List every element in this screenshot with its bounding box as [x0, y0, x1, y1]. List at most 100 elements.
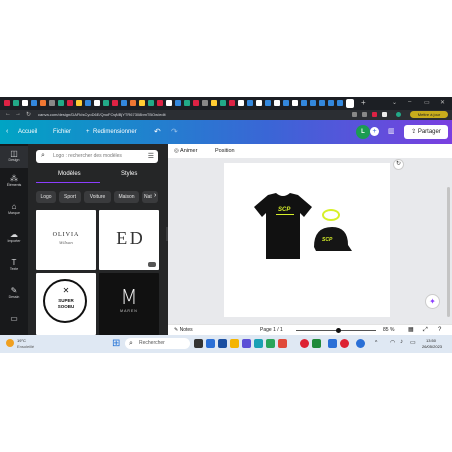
browser-tab-active[interactable]	[346, 99, 354, 108]
browser-tab[interactable]	[229, 100, 235, 106]
browser-tab[interactable]	[157, 100, 163, 106]
filter-chip-car[interactable]: Voiture	[84, 191, 111, 203]
file-menu-button[interactable]: Fichier	[53, 127, 71, 137]
browser-tab[interactable]	[94, 100, 100, 106]
browser-tab[interactable]	[13, 100, 19, 106]
taskbar-app-icon[interactable]	[230, 339, 239, 348]
magic-assistant-icon[interactable]: ✦	[425, 294, 440, 309]
undo-icon[interactable]: ↶	[154, 127, 161, 137]
browser-tab[interactable]	[148, 100, 154, 106]
browser-tab[interactable]	[301, 100, 307, 106]
taskbar-app-icon[interactable]	[356, 339, 365, 348]
extension-icon[interactable]	[372, 112, 377, 117]
template-tile-super-soobu[interactable]: ✕ SUPER SOOBU	[36, 273, 96, 335]
zoom-slider-handle[interactable]	[336, 328, 341, 333]
browser-tab[interactable]	[22, 100, 28, 106]
browser-tab[interactable]	[328, 100, 334, 106]
taskbar-app-icon[interactable]	[278, 339, 287, 348]
canvas-scrollbar[interactable]	[447, 187, 450, 317]
url-field[interactable]: canva.com/design/DAFkIsCyoD6E/QnoFOqNBjY…	[38, 112, 338, 118]
tray-chevron-icon[interactable]: ^	[375, 340, 377, 346]
notes-button[interactable]: ✎ Notes	[174, 326, 193, 335]
clock-date[interactable]: 26/05/2023	[422, 344, 442, 349]
browser-tab[interactable]	[166, 100, 172, 106]
weather-temp[interactable]: 19°C	[17, 338, 26, 343]
chips-next-chevron-icon[interactable]: ›	[154, 192, 156, 199]
filter-icon[interactable]: ☰	[148, 152, 154, 160]
browser-tab[interactable]	[58, 100, 64, 106]
browser-tab[interactable]	[202, 100, 208, 106]
close-icon[interactable]: ✕	[440, 99, 445, 106]
minimize-icon[interactable]: –	[408, 99, 411, 105]
template-tile-maren[interactable]: M MAREN	[99, 273, 159, 335]
browser-tab[interactable]	[256, 100, 262, 106]
browser-tab[interactable]	[193, 100, 199, 106]
filter-chip-logo[interactable]: Logo	[36, 191, 56, 203]
browser-tab[interactable]	[112, 100, 118, 106]
new-tab-icon[interactable]: +	[361, 98, 366, 107]
taskbar-app-icon[interactable]	[218, 339, 227, 348]
animate-button[interactable]: ◎ Animer	[174, 147, 197, 155]
windows-start-icon[interactable]: ⊞	[112, 338, 120, 349]
page-indicator[interactable]: Page 1 / 1	[260, 326, 283, 335]
browser-tab[interactable]	[130, 100, 136, 106]
filter-chip-house[interactable]: Maison	[114, 191, 139, 203]
home-button[interactable]: Accueil	[18, 127, 37, 137]
browser-tab[interactable]	[265, 100, 271, 106]
clock-time[interactable]: 13:50	[426, 338, 436, 343]
back-icon[interactable]: ←	[5, 111, 11, 117]
taskbar-app-icon[interactable]	[206, 339, 215, 348]
tab-templates[interactable]: Modèles	[58, 171, 81, 177]
browser-tab[interactable]	[76, 100, 82, 106]
browser-tab[interactable]	[238, 100, 244, 106]
taskbar-app-icon[interactable]	[340, 339, 349, 348]
lanyard[interactable]	[322, 209, 340, 221]
browser-tab[interactable]	[283, 100, 289, 106]
browser-tab[interactable]	[319, 100, 325, 106]
browser-tab[interactable]	[310, 100, 316, 106]
browser-tab[interactable]	[184, 100, 190, 106]
browser-tab[interactable]	[292, 100, 298, 106]
filter-chip-sport[interactable]: Sport	[59, 191, 81, 203]
taskbar-app-icon[interactable]	[312, 339, 321, 348]
position-button[interactable]: Position	[215, 147, 235, 155]
volume-icon[interactable]: ♪	[400, 339, 403, 345]
browser-tab[interactable]	[85, 100, 91, 106]
rail-item-brand[interactable]: ⌂ Marque	[0, 202, 28, 216]
zoom-level[interactable]: 85 %	[383, 326, 394, 335]
browser-tab[interactable]	[31, 100, 37, 106]
grid-view-icon[interactable]: ▦	[408, 326, 414, 335]
template-tile-ed[interactable]: E D	[99, 210, 159, 270]
browser-tab[interactable]	[49, 100, 55, 106]
browser-tab[interactable]	[337, 100, 343, 106]
browser-tab[interactable]	[247, 100, 253, 106]
chevron-down-icon[interactable]: ⌄	[392, 99, 397, 106]
template-search-input[interactable]: ⌕ Logo : rechercher des modèles ☰	[36, 150, 158, 163]
browser-tab[interactable]	[220, 100, 226, 106]
template-tile-olivia[interactable]: OLIVIA Wilson	[36, 210, 96, 270]
taskbar-app-icon[interactable]	[254, 339, 263, 348]
taskbar-app-icon[interactable]	[328, 339, 337, 348]
share-button[interactable]: ⇪ Partager	[404, 125, 448, 139]
tshirt-mockup[interactable]	[254, 193, 312, 259]
taskbar-app-icon[interactable]	[266, 339, 275, 348]
wifi-icon[interactable]: ◠	[390, 339, 395, 346]
browser-tab[interactable]	[67, 100, 73, 106]
browser-tab[interactable]	[121, 100, 127, 106]
taskbar-search[interactable]: ⌕ Rechercher	[125, 338, 190, 349]
refresh-circle-icon[interactable]: ↻	[393, 159, 404, 170]
avatar[interactable]: L	[356, 125, 370, 139]
taskbar-app-icon[interactable]	[242, 339, 251, 348]
browser-tab[interactable]	[211, 100, 217, 106]
redo-icon[interactable]: ↷	[171, 127, 178, 137]
help-icon[interactable]: ?	[438, 326, 441, 335]
update-button[interactable]: Mettre à jour	[410, 111, 448, 118]
browser-tab[interactable]	[139, 100, 145, 106]
browser-tab[interactable]	[274, 100, 280, 106]
extension-icon[interactable]	[352, 112, 357, 117]
extension-icon[interactable]	[362, 112, 367, 117]
invite-plus-icon[interactable]: +	[370, 127, 379, 136]
resize-button[interactable]: Redimensionner	[93, 127, 137, 137]
rail-item-draw[interactable]: ✎ Dessin	[0, 286, 28, 300]
browser-tab[interactable]	[103, 100, 109, 106]
